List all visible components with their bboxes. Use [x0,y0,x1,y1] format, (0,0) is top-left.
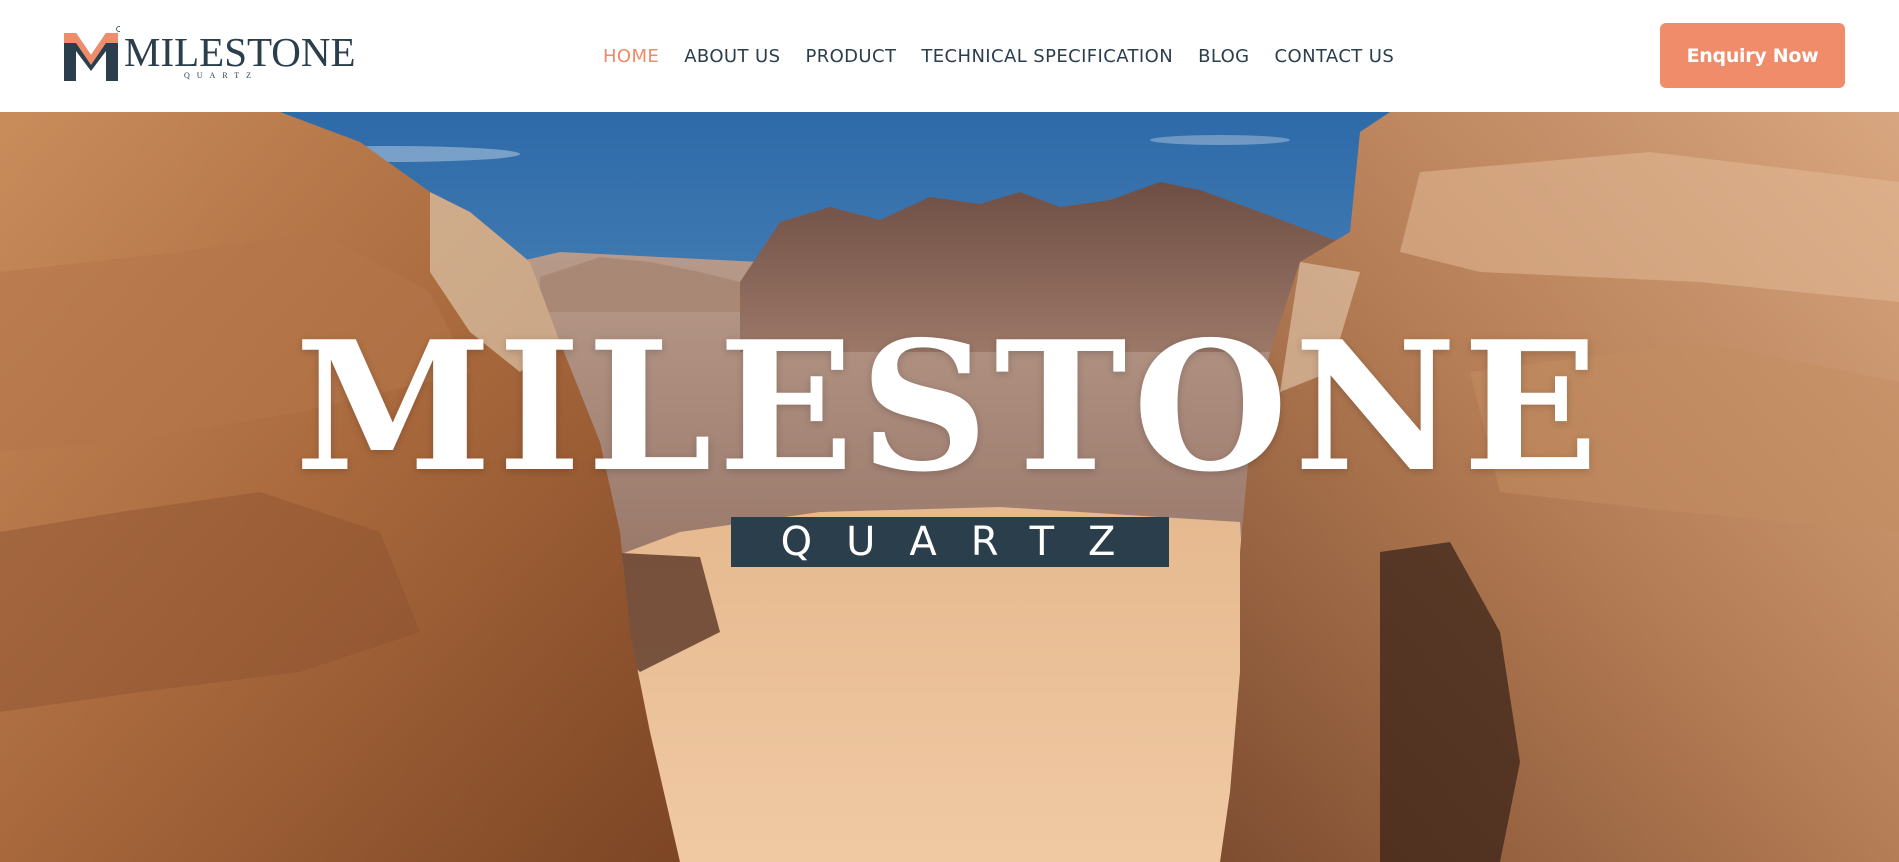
hero-title: MILESTONE [294,302,1605,511]
nav-about-us[interactable]: ABOUT US [684,46,780,67]
logo-wordmark: MILESTONE [124,29,356,75]
milestone-m-logo-icon [64,26,120,81]
nav-contact-us[interactable]: CONTACT US [1275,46,1395,67]
nav-technical-specification[interactable]: TECHNICAL SPECIFICATION [921,46,1173,67]
hero-banner: MILESTONE QUARTZ [0,112,1899,862]
nav-blog[interactable]: BLOG [1198,46,1249,67]
logo[interactable]: MILESTONE QUARTZ [62,25,362,87]
logo-tagline: QUARTZ [184,71,258,80]
hero-subtitle-band: QUARTZ [731,517,1169,567]
nav-product[interactable]: PRODUCT [805,46,896,67]
site-header: MILESTONE QUARTZ HOME ABOUT US PRODUCT T… [0,0,1899,112]
nav-home[interactable]: HOME [603,46,659,67]
enquiry-now-button[interactable]: Enquiry Now [1660,23,1845,88]
main-nav: HOME ABOUT US PRODUCT TECHNICAL SPECIFIC… [603,44,1394,68]
